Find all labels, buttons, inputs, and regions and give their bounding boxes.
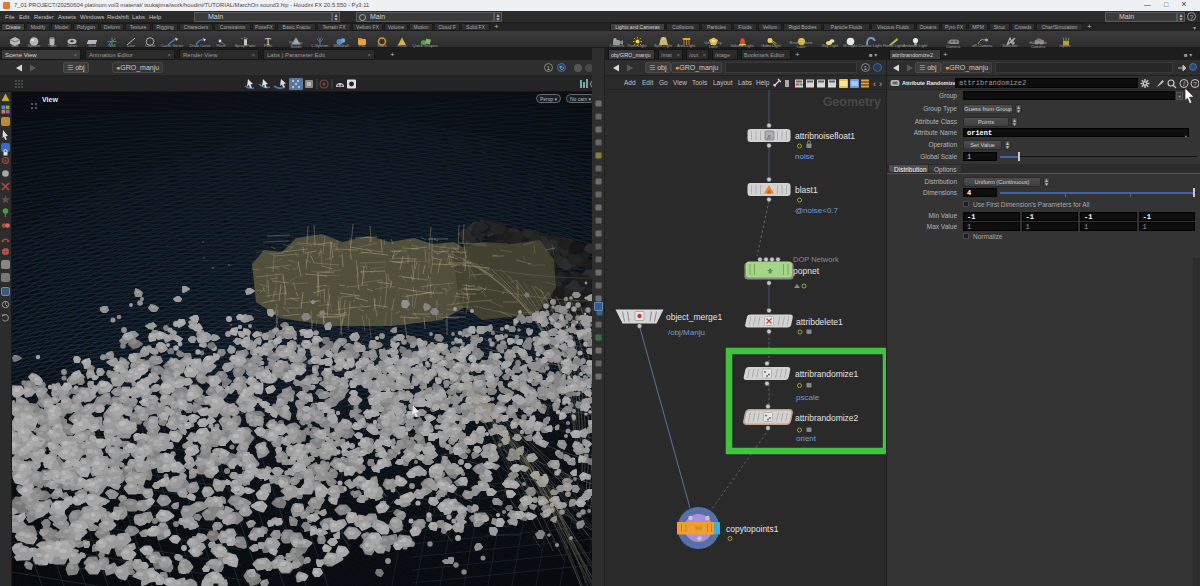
svg-text:/obj/Manju: /obj/Manju [668, 328, 705, 337]
svg-text:♬: ♬ [766, 133, 773, 140]
svg-text:attribdelete1: attribdelete1 [796, 317, 843, 327]
svg-text:@noise<0.7: @noise<0.7 [795, 206, 839, 215]
svg-text:i: i [1183, 80, 1185, 87]
svg-text:noise: noise [795, 152, 815, 161]
svg-text:?: ? [1193, 81, 1197, 87]
svg-text:DOP Network: DOP Network [793, 255, 839, 264]
svg-text:›: › [879, 79, 882, 89]
svg-text:⚜: ⚜ [766, 267, 773, 276]
svg-text:attribrandomize1: attribrandomize1 [795, 369, 859, 379]
svg-text:orient: orient [796, 434, 817, 443]
svg-text:attribnoisefloat1: attribnoisefloat1 [795, 131, 855, 141]
svg-text:copytopoints1: copytopoints1 [726, 524, 779, 534]
svg-text:attribrandomize2: attribrandomize2 [795, 413, 859, 423]
svg-text:popnet: popnet [793, 266, 820, 276]
svg-text:pscale: pscale [796, 393, 820, 402]
svg-text:blast1: blast1 [795, 185, 818, 195]
svg-text:Geometry: Geometry [823, 95, 881, 109]
svg-text:object_merge1: object_merge1 [666, 312, 723, 322]
svg-text:‹: ‹ [873, 79, 876, 89]
